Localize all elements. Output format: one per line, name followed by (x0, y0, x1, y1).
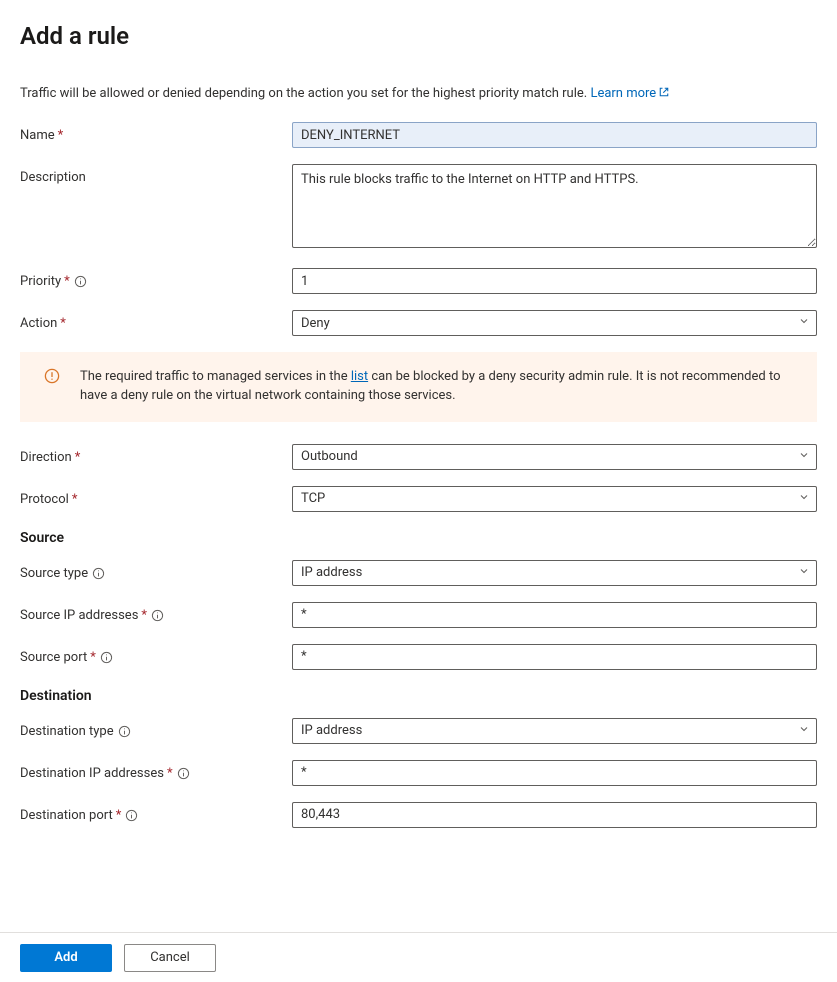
required-marker: * (75, 450, 81, 465)
name-input[interactable] (292, 122, 817, 148)
destination-type-value: IP address (301, 723, 362, 738)
priority-input[interactable] (292, 268, 817, 294)
info-icon[interactable] (92, 567, 105, 580)
action-select[interactable]: Deny (292, 310, 817, 336)
chevron-down-icon (798, 449, 810, 465)
direction-label: Direction (20, 450, 72, 465)
source-type-label: Source type (20, 566, 88, 581)
warning-icon (44, 368, 60, 391)
info-icon[interactable] (74, 275, 87, 288)
chevron-down-icon (798, 565, 810, 581)
external-link-icon (658, 86, 670, 102)
add-button[interactable]: Add (20, 944, 112, 972)
required-marker: * (60, 316, 66, 331)
required-marker: * (167, 766, 173, 781)
priority-label: Priority (20, 274, 61, 289)
info-icon[interactable] (177, 767, 190, 780)
required-marker: * (141, 608, 147, 623)
destination-ip-label: Destination IP addresses (20, 766, 164, 781)
description-label: Description (20, 170, 86, 185)
destination-type-select[interactable]: IP address (292, 718, 817, 744)
intro-text: Traffic will be allowed or denied depend… (20, 86, 817, 102)
section-source-heading: Source (20, 530, 817, 546)
info-icon[interactable] (151, 609, 164, 622)
destination-port-input[interactable] (292, 802, 817, 828)
required-marker: * (72, 492, 78, 507)
required-marker: * (58, 128, 64, 143)
protocol-select[interactable]: TCP (292, 486, 817, 512)
required-marker: * (64, 274, 70, 289)
page-title: Add a rule (20, 22, 817, 50)
protocol-value: TCP (301, 491, 325, 506)
source-port-label: Source port (20, 650, 87, 665)
protocol-label: Protocol (20, 492, 69, 507)
footer: Add Cancel (0, 932, 837, 982)
chevron-down-icon (798, 723, 810, 739)
destination-port-label: Destination port (20, 808, 113, 823)
info-icon[interactable] (118, 725, 131, 738)
chevron-down-icon (798, 315, 810, 331)
cancel-button[interactable]: Cancel (124, 944, 216, 972)
description-textarea[interactable] (292, 164, 817, 248)
action-value: Deny (301, 316, 330, 331)
direction-select[interactable]: Outbound (292, 444, 817, 470)
destination-ip-input[interactable] (292, 760, 817, 786)
required-marker: * (116, 808, 122, 823)
section-destination-heading: Destination (20, 688, 817, 704)
source-ip-label: Source IP addresses (20, 608, 138, 623)
source-type-value: IP address (301, 565, 362, 580)
name-label: Name (20, 128, 55, 143)
source-port-input[interactable] (292, 644, 817, 670)
info-icon[interactable] (125, 809, 138, 822)
destination-type-label: Destination type (20, 724, 114, 739)
source-ip-input[interactable] (292, 602, 817, 628)
required-marker: * (90, 650, 96, 665)
info-icon[interactable] (100, 651, 113, 664)
action-label: Action (20, 316, 57, 331)
learn-more-link[interactable]: Learn more (590, 86, 670, 101)
deny-warning-alert: The required traffic to managed services… (20, 352, 817, 422)
alert-list-link[interactable]: list (351, 369, 368, 384)
source-type-select[interactable]: IP address (292, 560, 817, 586)
chevron-down-icon (798, 491, 810, 507)
direction-value: Outbound (301, 449, 358, 464)
